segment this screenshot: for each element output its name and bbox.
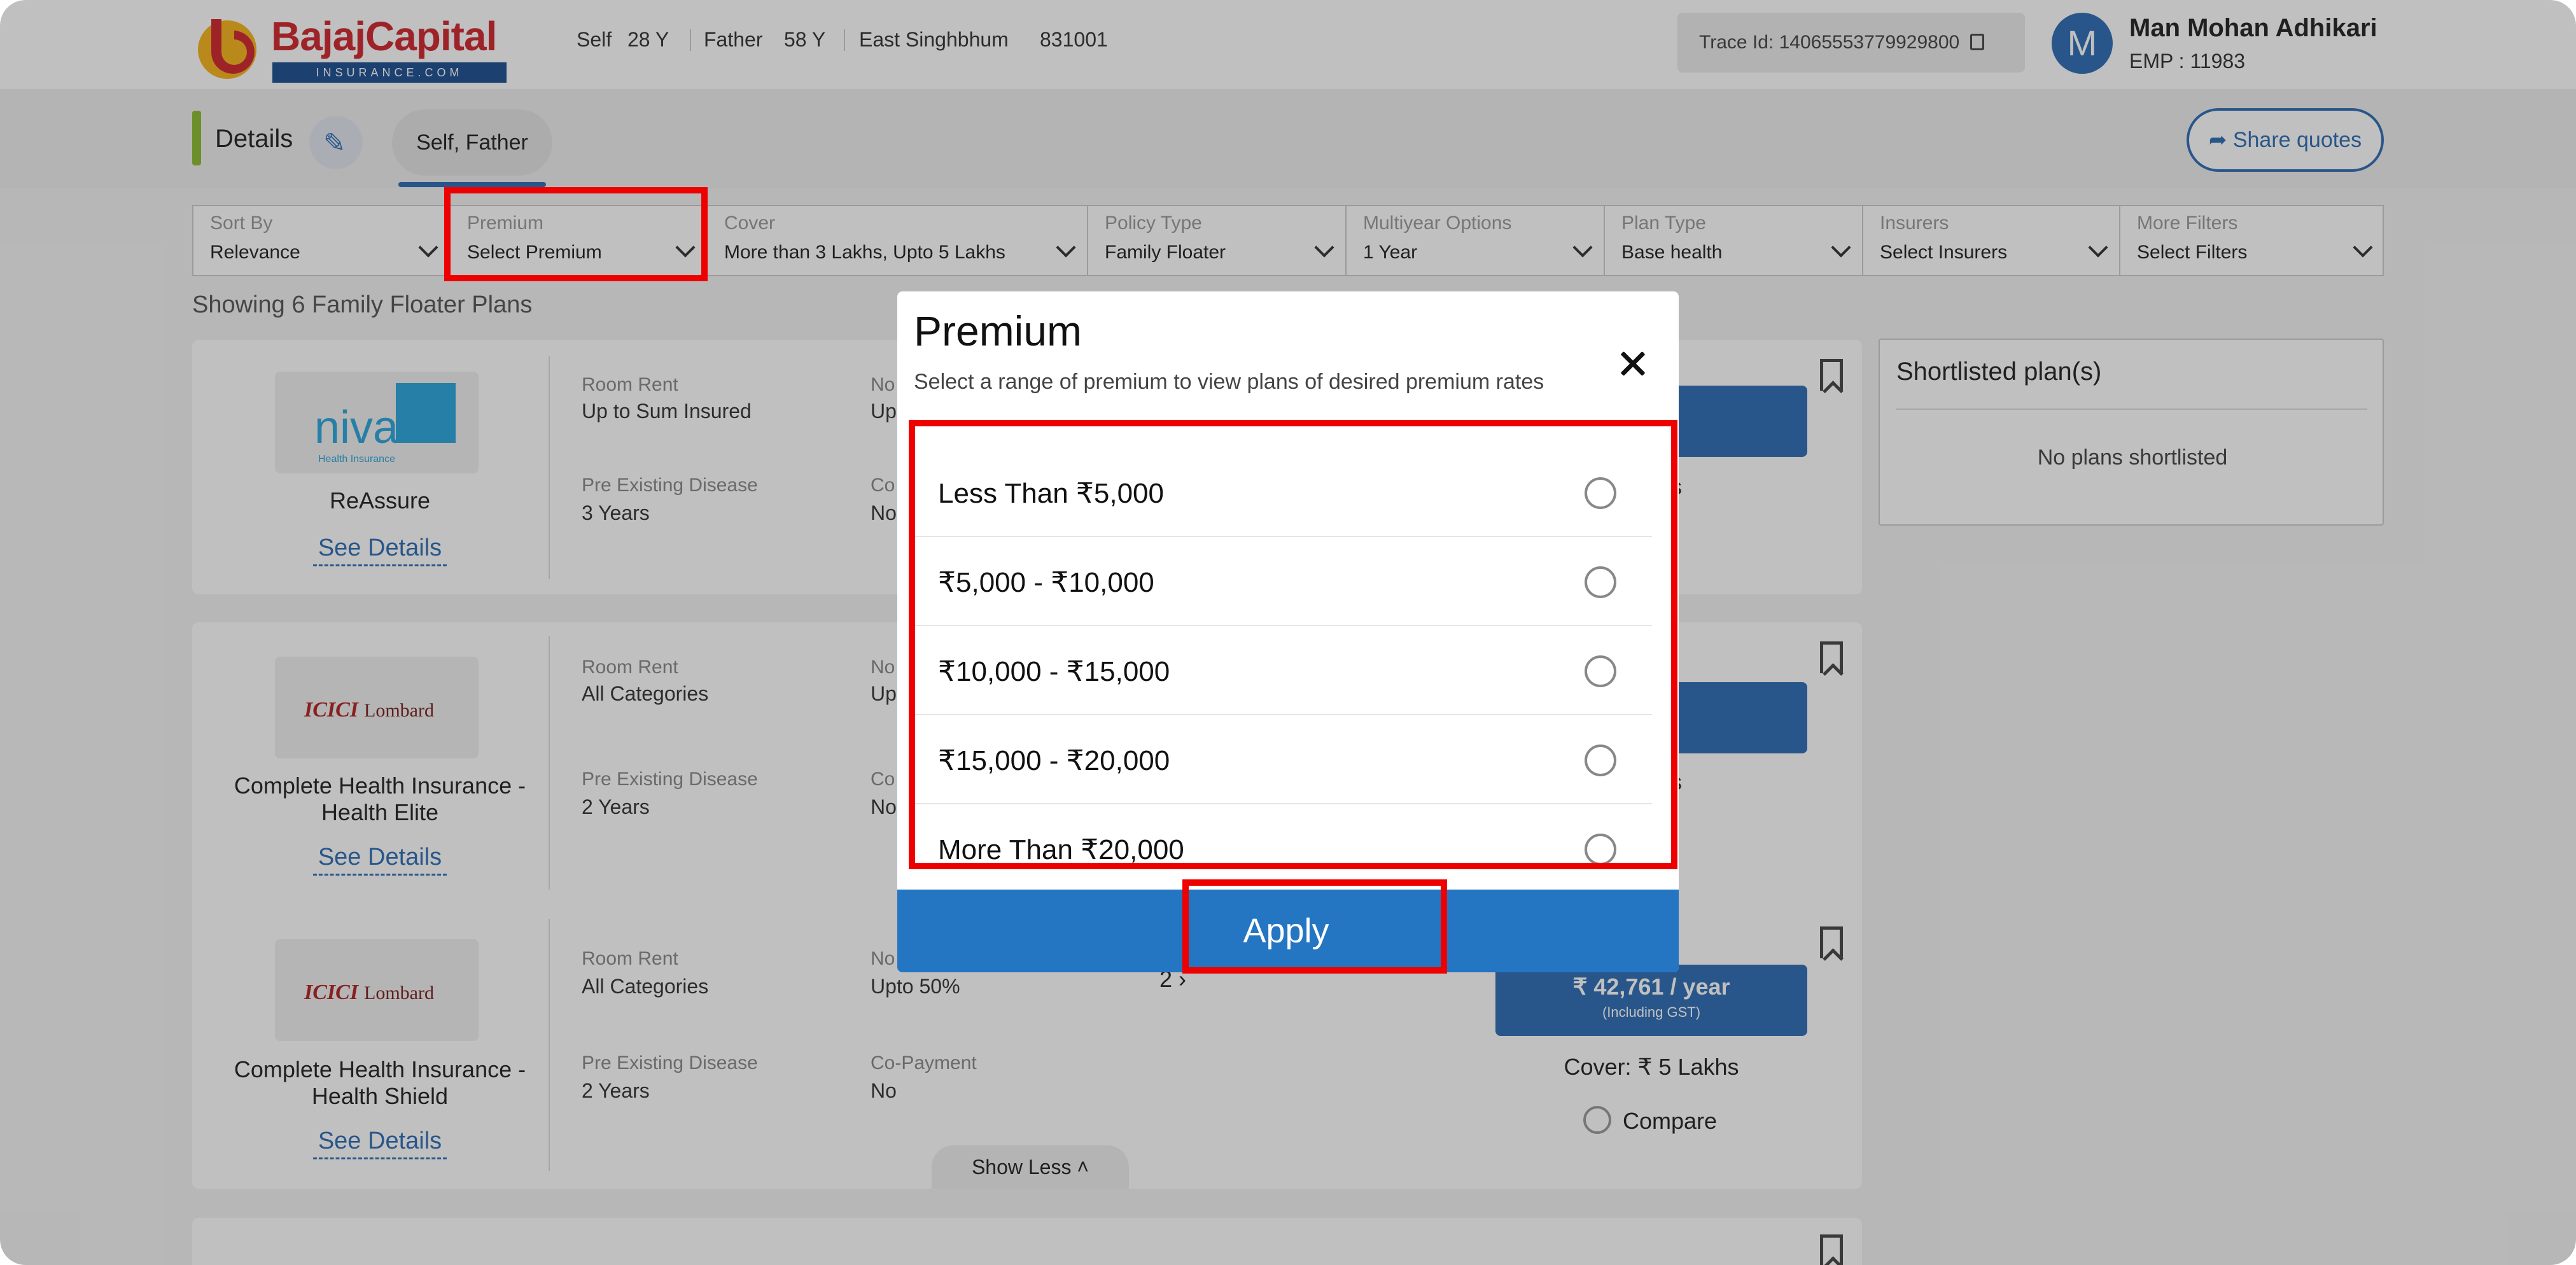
highlight-premium-filter: [444, 187, 708, 281]
modal-description: Select a range of premium to view plans …: [914, 370, 1544, 394]
page: BajajCapital INSURANCE.COM Self 28 Y Fat…: [0, 0, 2576, 1265]
highlight-apply-button: [1182, 879, 1447, 974]
highlight-premium-options: [909, 420, 1677, 869]
close-icon[interactable]: [1615, 346, 1651, 382]
modal-title: Premium: [914, 307, 1082, 354]
